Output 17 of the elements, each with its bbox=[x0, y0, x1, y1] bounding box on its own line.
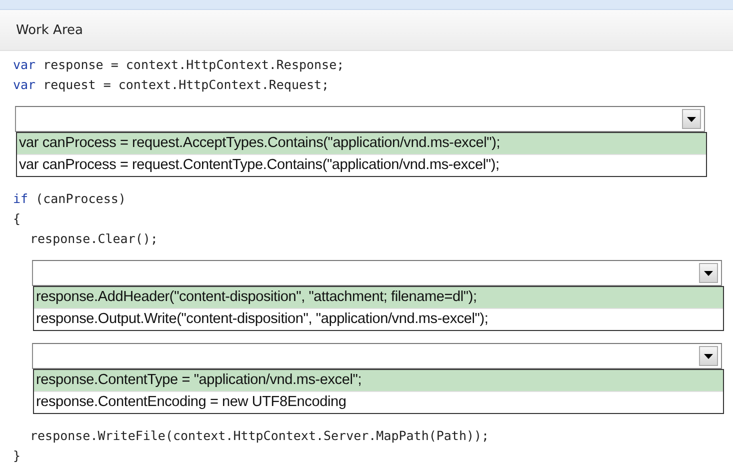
panel-title: Work Area bbox=[0, 10, 733, 51]
code-line: var response = context.HttpContext.Response; bbox=[13, 56, 346, 74]
dropdown-option[interactable]: var canProcess = request.AcceptTypes.Contains("application/vnd.ms-excel"); bbox=[17, 133, 706, 155]
dropdown[interactable] bbox=[32, 260, 722, 286]
dropdown-option[interactable]: response.Output.Write("content-disposition", "application/vnd.ms-excel"); bbox=[34, 309, 723, 330]
code-line: { bbox=[13, 210, 22, 228]
code-line: if (canProcess) bbox=[13, 190, 127, 208]
dropdown-option[interactable]: var canProcess = request.ContentType.Contains("application/vnd.ms-excel"); bbox=[17, 155, 706, 176]
dropdown[interactable] bbox=[32, 343, 722, 369]
dropdown-option[interactable]: response.AddHeader("content-disposition", "attachment; filename=dl"); bbox=[34, 287, 723, 309]
code-line: response.WriteFile(context.HttpContext.Server.MapPath(Path)); bbox=[30, 427, 490, 445]
code-line: response.Clear(); bbox=[30, 230, 159, 248]
dropdown[interactable] bbox=[15, 106, 705, 132]
code-line: } bbox=[13, 447, 22, 465]
dropdown-option[interactable]: response.ContentType = "application/vnd.ms-excel"; bbox=[34, 370, 723, 392]
code-line: var request = context.HttpContext.Request; bbox=[13, 76, 330, 94]
dropdown-option[interactable]: response.ContentEncoding = new UTF8Encoding bbox=[34, 392, 723, 413]
